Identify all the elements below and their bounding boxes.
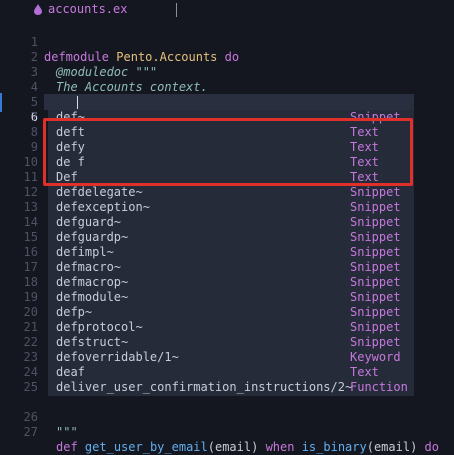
completion-label: defexception~ [56, 200, 150, 214]
line-number: 10 [23, 155, 38, 169]
completion-label: defguard~ [56, 215, 122, 229]
args: (email) [207, 440, 259, 454]
code-line[interactable]: 5 [0, 80, 454, 109]
completion-kind: Keyword [350, 350, 401, 364]
completion-item[interactable]: defmodule~ Snippet [48, 290, 414, 305]
line-number: 17 [23, 260, 38, 274]
completion-label: defstruct~ [56, 335, 129, 349]
completion-item[interactable]: defstruct~ Snippet [48, 335, 414, 350]
elixir-drop-icon [34, 3, 42, 15]
completion-kind: Snippet [350, 260, 401, 274]
keyword: def [56, 440, 78, 454]
completion-kind: Snippet [350, 185, 401, 199]
completion-kind: Snippet [350, 275, 401, 289]
keyword: when [265, 440, 295, 454]
line-number: 25 [23, 380, 38, 394]
highlight-box [43, 118, 413, 186]
completion-label: defimpl~ [56, 245, 114, 259]
completion-kind: Function [350, 380, 408, 394]
tab-filename: accounts.ex [48, 2, 128, 16]
completion-label: defmodule~ [56, 290, 129, 304]
line-number: 11 [23, 170, 38, 184]
completion-item[interactable]: defprotocol~ Snippet [48, 320, 414, 335]
completion-item[interactable]: defimpl~ Snippet [48, 245, 414, 260]
completion-item[interactable]: deaf Text [48, 365, 414, 380]
completion-item[interactable]: defguardp~ Snippet [48, 230, 414, 245]
line-number: 7 [30, 110, 38, 124]
line-number: 15 [23, 230, 38, 244]
completion-kind: Snippet [350, 305, 401, 319]
args: (email) [366, 440, 418, 454]
completion-item[interactable]: defmacro~ Snippet [48, 260, 414, 275]
completion-label: defprotocol~ [56, 320, 143, 334]
line-number: 13 [23, 200, 38, 214]
function-name: is_binary [301, 440, 367, 454]
completion-kind: Text [350, 365, 379, 379]
line-number: 27 [23, 425, 38, 439]
line-number: 14 [23, 215, 38, 229]
file-tab[interactable]: accounts.ex [34, 2, 177, 17]
completion-label: defp~ [56, 305, 93, 319]
line-number: 22 [23, 335, 38, 349]
tab-bar: accounts.ex [0, 0, 454, 18]
completion-item[interactable]: defguard~ Snippet [48, 215, 414, 230]
completion-kind: Snippet [350, 245, 401, 259]
completion-item[interactable]: deliver_user_confirmation_instructions/2… [48, 380, 414, 395]
completion-label: defoverridable/1~ [56, 350, 179, 364]
completion-item[interactable]: defoverridable/1~ Keyword [48, 350, 414, 365]
code-line[interactable]: 27 def get_user_by_email(email) when is_… [0, 410, 454, 454]
completion-label: defmacro~ [56, 260, 122, 274]
code-line[interactable]: 26 """ [0, 395, 454, 439]
line-number: 23 [23, 350, 38, 364]
completion-kind: Snippet [350, 335, 401, 349]
completion-label: deaf [56, 365, 85, 379]
keyword: do [424, 440, 439, 454]
function-name: get_user_by_email [84, 440, 208, 454]
current-code-line[interactable]: 6 def [0, 95, 454, 139]
completion-kind: Snippet [350, 290, 401, 304]
completion-kind: Snippet [350, 200, 401, 214]
line-number: 12 [23, 185, 38, 199]
completion-label: deliver_user_confirmation_instructions/2… [56, 380, 353, 394]
line-number: 18 [23, 275, 38, 289]
line-number: 19 [23, 290, 38, 304]
completion-item[interactable]: defdelegate~ Snippet [48, 185, 414, 200]
code-line[interactable]: 4 """ [0, 65, 454, 109]
text-cursor [77, 96, 78, 109]
completion-label: defguardp~ [56, 230, 129, 244]
code-line[interactable]: 2 @moduledoc """ [0, 35, 454, 79]
code-line[interactable]: 3 The Accounts context. [0, 50, 454, 94]
line-number: 8 [30, 125, 38, 139]
completion-item[interactable]: defexception~ Snippet [48, 200, 414, 215]
line-number: 24 [23, 365, 38, 379]
completion-kind: Snippet [350, 230, 401, 244]
code-line[interactable]: 1 defmodule Pento.Accounts do [0, 20, 454, 64]
line-number: 16 [23, 245, 38, 259]
completion-kind: Snippet [350, 215, 401, 229]
completion-item[interactable]: defp~ Snippet [48, 305, 414, 320]
line-number: 9 [30, 140, 38, 154]
line-number: 21 [23, 320, 38, 334]
completion-label: defmacrop~ [56, 275, 129, 289]
line-number: 20 [23, 305, 38, 319]
completion-kind: Snippet [350, 320, 401, 334]
completion-label: defdelegate~ [56, 185, 143, 199]
tab-separator [176, 3, 177, 17]
doc-close: """ [56, 425, 78, 439]
completion-item[interactable]: defmacrop~ Snippet [48, 275, 414, 290]
